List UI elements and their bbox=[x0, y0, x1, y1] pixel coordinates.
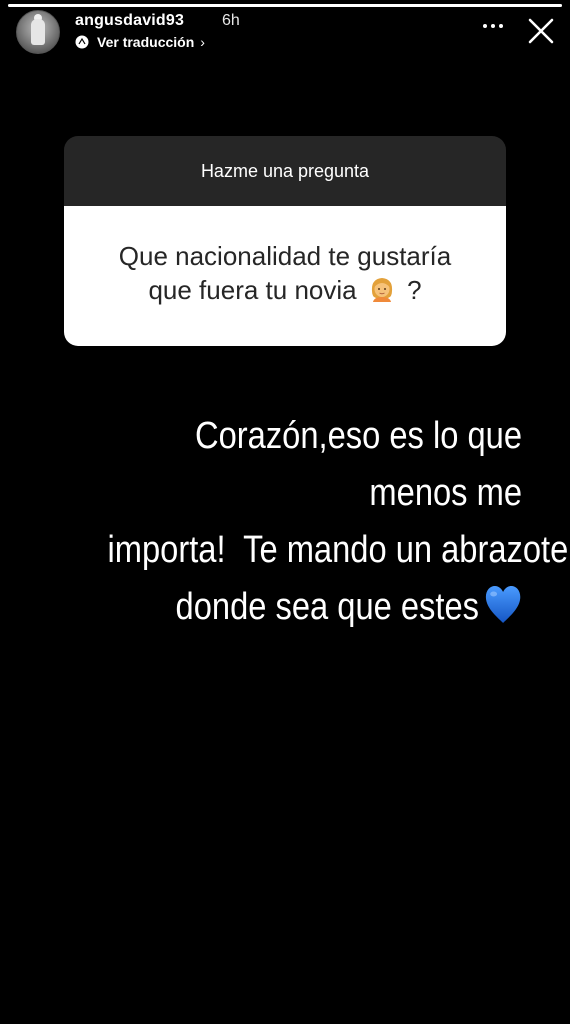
dot-icon bbox=[483, 24, 487, 28]
answer-text: Corazón,eso es lo que menos me importa! … bbox=[107, 408, 569, 636]
story-header: angusdavid93 6h Ver traducción › bbox=[14, 10, 556, 56]
question-sticker[interactable]: Hazme una pregunta Que nacionalidad te g… bbox=[64, 136, 506, 346]
answer-line-2: importa! Te mando un abrazote bbox=[107, 529, 569, 571]
avatar-figure bbox=[31, 19, 45, 45]
translate-label: Ver traducción bbox=[97, 34, 195, 50]
story-progress-bar bbox=[8, 4, 562, 7]
blue-heart-icon bbox=[485, 586, 521, 623]
username[interactable]: angusdavid93 bbox=[75, 12, 184, 30]
question-line-2: que fuera tu novia ? bbox=[148, 273, 421, 307]
chevron-right-icon: › bbox=[200, 34, 205, 50]
avatar[interactable] bbox=[16, 10, 60, 54]
question-mark: ? bbox=[407, 275, 422, 305]
story-progress-fill bbox=[8, 4, 562, 7]
woman-emoji bbox=[371, 278, 392, 302]
question-line-2-text: que fuera tu novia bbox=[148, 275, 357, 305]
answer-line-3: donde sea que estes bbox=[107, 579, 522, 636]
close-icon[interactable] bbox=[526, 16, 556, 46]
dot-icon bbox=[499, 24, 503, 28]
post-time: 6h bbox=[222, 12, 240, 29]
answer-line-3-text: donde sea que estes bbox=[175, 586, 479, 628]
question-prompt: Hazme una pregunta bbox=[64, 136, 506, 206]
translate-link[interactable]: Ver traducción › bbox=[75, 34, 205, 50]
dot-icon bbox=[491, 24, 495, 28]
more-options-button[interactable] bbox=[478, 16, 508, 36]
question-text: Que nacionalidad te gustaría que fuera t… bbox=[64, 206, 506, 346]
translate-icon bbox=[75, 35, 89, 49]
question-line-1: Que nacionalidad te gustaría bbox=[118, 241, 452, 271]
answer-line-1: Corazón,eso es lo que menos me bbox=[194, 415, 522, 514]
